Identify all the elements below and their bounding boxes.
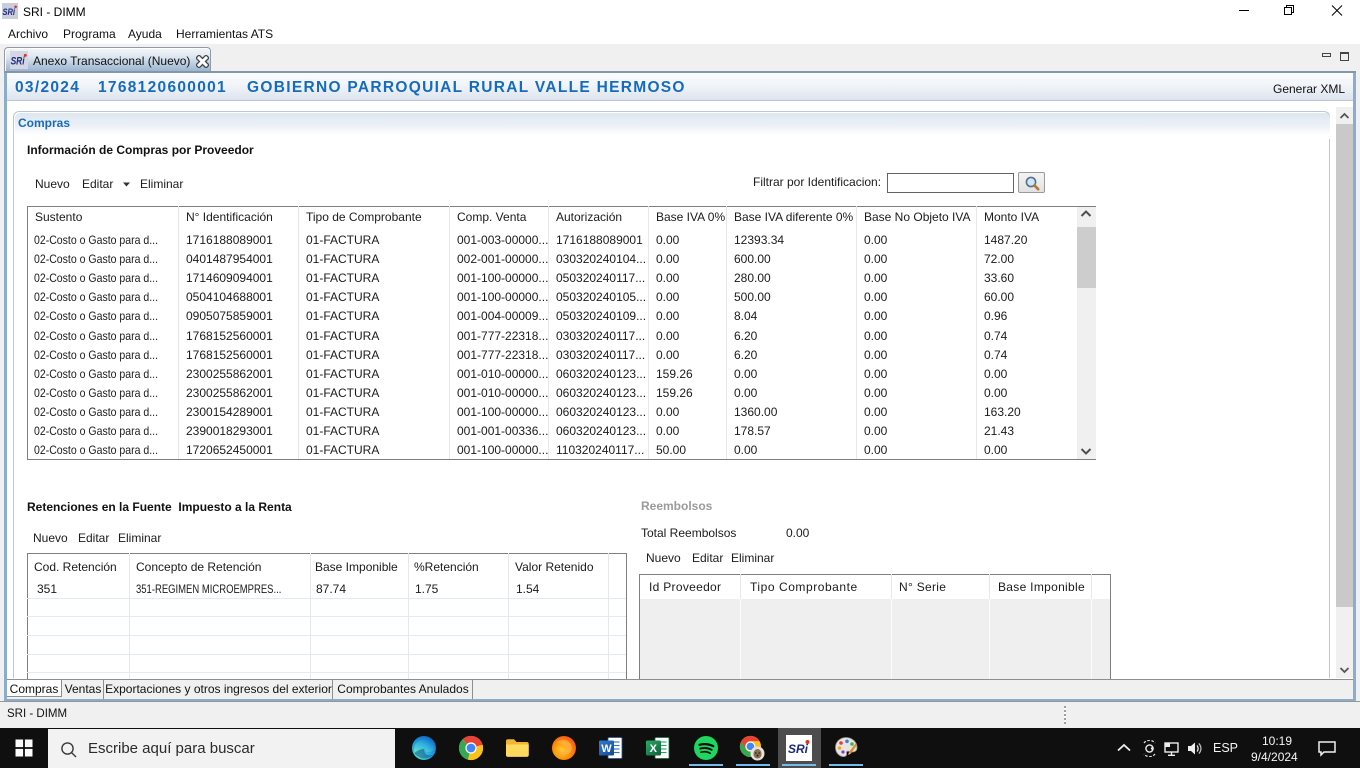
svg-text:SRi: SRi <box>10 55 25 67</box>
svg-text:SRi: SRi <box>788 742 809 756</box>
svg-text:SRi: SRi <box>3 7 16 18</box>
svg-text:X: X <box>650 743 658 755</box>
svg-text:W: W <box>601 743 612 755</box>
